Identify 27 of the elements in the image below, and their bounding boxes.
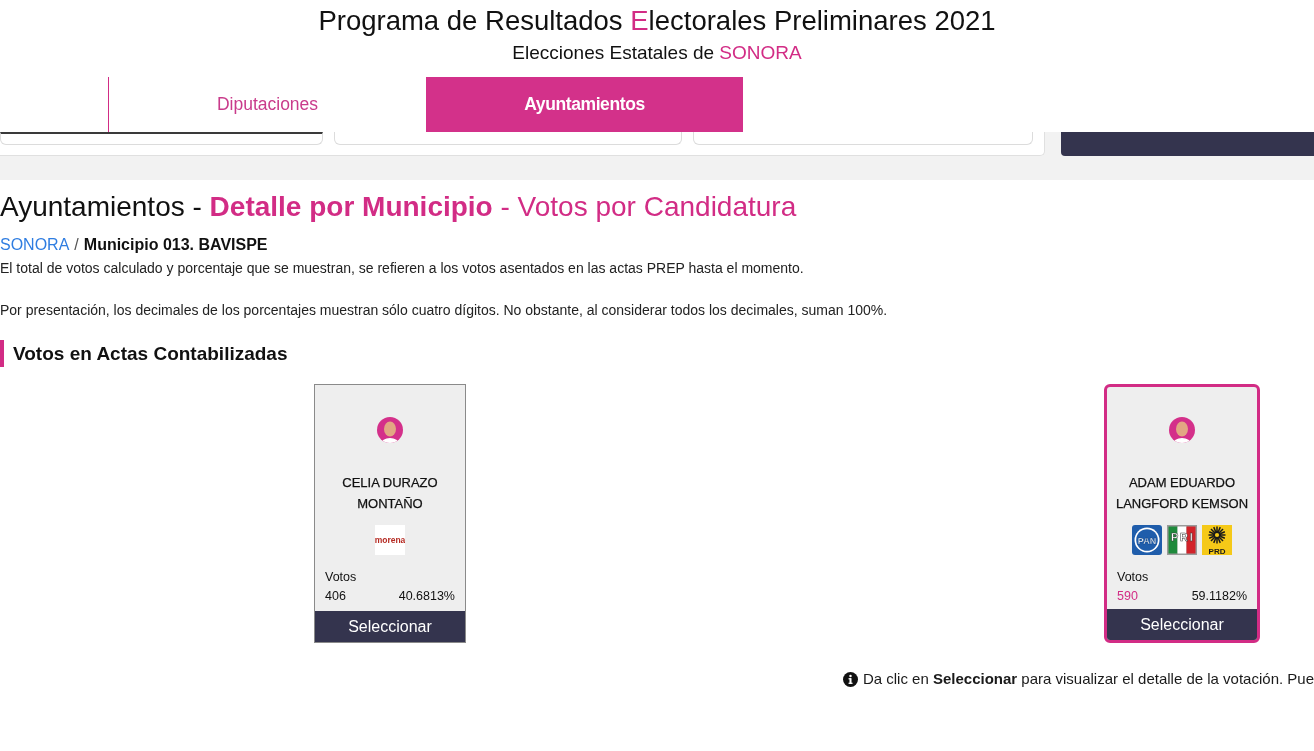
avatar-icon bbox=[377, 417, 403, 443]
breadcrumb-current: Municipio 013. BAVISPE bbox=[83, 236, 268, 254]
page-subtitle: Elecciones Estatales de SONORA bbox=[512, 41, 802, 65]
votes-label: Votos bbox=[1117, 569, 1149, 586]
party-logo: PRD bbox=[1202, 525, 1232, 555]
avatar-icon bbox=[1169, 417, 1195, 443]
votes-count: 406 bbox=[325, 588, 346, 605]
note-text: Por presentación, los decimales de los porcentajes muestran sólo cuatro dígitos. No obstante, al considerar todos los decimales, suman 100%. bbox=[0, 301, 888, 319]
votes-percent: 40.6813% bbox=[398, 588, 455, 605]
page-title: Programa de Resultados Electorales Preliminares 2021 bbox=[318, 4, 996, 38]
votes-percent: 59.1182% bbox=[1191, 588, 1247, 605]
votes-label: Votos bbox=[325, 569, 357, 586]
party-logo: PAN bbox=[1132, 525, 1162, 555]
votes-count: 590 bbox=[1117, 588, 1138, 605]
info-icon bbox=[842, 671, 858, 687]
candidate-name: CELIA DURAZO MONTAÑO bbox=[341, 474, 439, 513]
hint-text: Da clic en Seleccionar para visualizar el detalle de la votación. Pue bbox=[862, 670, 1314, 688]
breadcrumb-separator: / bbox=[74, 236, 79, 254]
page-heading: Ayuntamientos - Detalle por Municipio - Votos por Candidatura bbox=[0, 190, 797, 224]
candidate-name: ADAM EDUARDO LANGFORD KEMSON bbox=[1114, 474, 1250, 513]
breadcrumb-link[interactable]: SONORA bbox=[0, 236, 70, 254]
party-logo: morena bbox=[375, 525, 405, 555]
section-title: Votos en Actas Contabilizadas bbox=[0, 340, 288, 367]
note-text: El total de votos calculado y porcentaje que se muestran, se refieren a los votos asentados en las actas PREP hasta el momento. bbox=[0, 259, 804, 277]
select-button[interactable]: Seleccionar bbox=[1107, 609, 1257, 640]
select-button[interactable]: Seleccionar bbox=[315, 611, 465, 642]
tab[interactable]: Ayuntamientos bbox=[426, 77, 743, 132]
